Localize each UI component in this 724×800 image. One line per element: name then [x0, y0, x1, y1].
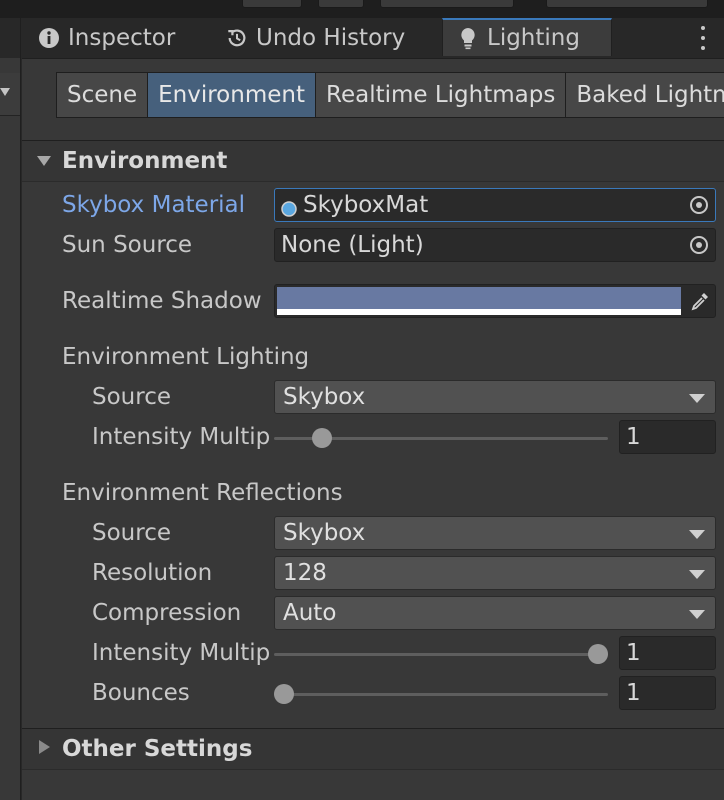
section-title: Other Settings	[62, 736, 253, 762]
tab-lighting[interactable]: Lighting	[442, 18, 612, 56]
lighting-source-value: Skybox	[283, 384, 366, 410]
dropdown-caret-icon	[689, 394, 705, 403]
reflections-intensity-slider[interactable]	[274, 653, 608, 656]
left-panel-edge	[0, 18, 21, 800]
top-toolbar-strip	[0, 0, 724, 18]
skybox-material-field[interactable]: SkyboxMat	[274, 188, 716, 222]
left-panel-header	[0, 18, 20, 58]
resolution-label: Resolution	[92, 560, 213, 586]
subtab-baked-lightmaps[interactable]: Baked Lightm	[565, 72, 724, 118]
skybox-material-label: Skybox Material	[62, 192, 246, 218]
lightbulb-icon	[457, 27, 479, 50]
tab-undo-history[interactable]: Undo History	[226, 18, 405, 58]
foldout-collapsed-icon	[36, 739, 52, 759]
window-tab-bar: Inspector Undo History Lighting	[22, 18, 724, 59]
toolbar-dropdown[interactable]	[380, 0, 514, 8]
material-icon	[281, 197, 297, 217]
resolution-value: 128	[283, 560, 327, 586]
object-picker-icon[interactable]	[689, 195, 709, 215]
subtab-realtime-lightmaps[interactable]: Realtime Lightmaps	[315, 72, 567, 118]
slider-thumb[interactable]	[588, 644, 608, 664]
reflections-intensity-field[interactable]: 1	[619, 636, 716, 670]
tab-label: Inspector	[68, 25, 176, 51]
reflections-source-label: Source	[92, 520, 171, 546]
realtime-shadow-color-label: Realtime Shadow C	[62, 288, 270, 314]
sun-source-value: None (Light)	[281, 232, 424, 258]
slider-thumb[interactable]	[312, 428, 332, 448]
dropdown-caret-icon	[689, 610, 705, 619]
lighting-source-label: Source	[92, 384, 171, 410]
dropdown-caret-icon	[689, 570, 705, 579]
reflections-intensity-value: 1	[626, 640, 641, 666]
history-icon	[226, 27, 248, 49]
alpha-bar	[277, 309, 681, 315]
dropdown-arrow-icon[interactable]	[0, 88, 10, 96]
bounces-slider[interactable]	[274, 693, 608, 696]
bounces-label: Bounces	[92, 680, 190, 706]
sun-source-field[interactable]: None (Light)	[274, 228, 716, 262]
bounces-value: 1	[626, 680, 641, 706]
toolbar-dropdown[interactable]	[546, 0, 708, 8]
color-swatch[interactable]	[277, 287, 681, 309]
toolbar-button[interactable]	[318, 0, 364, 8]
lighting-source-dropdown[interactable]: Skybox	[274, 380, 716, 414]
resolution-dropdown[interactable]: 128	[274, 556, 716, 590]
kebab-menu-icon[interactable]	[700, 26, 706, 50]
eyedropper-icon[interactable]	[689, 290, 711, 312]
tab-inspector[interactable]: Inspector	[38, 18, 175, 58]
tab-label: Undo History	[256, 25, 406, 51]
toolbar-button[interactable]	[242, 0, 302, 8]
compression-label: Compression	[92, 600, 242, 626]
slider-thumb[interactable]	[274, 684, 294, 704]
lighting-intensity-label: Intensity Multipl	[92, 424, 270, 450]
compression-dropdown[interactable]: Auto	[274, 596, 716, 630]
reflections-intensity-label: Intensity Multipl	[92, 640, 270, 666]
subtab-environment[interactable]: Environment	[147, 72, 316, 118]
lighting-subtabs: Scene Environment Realtime Lightmaps Bak…	[56, 72, 724, 118]
foldout-expanded-icon	[36, 152, 52, 171]
compression-value: Auto	[283, 600, 337, 626]
environment-section-header[interactable]: Environment	[22, 140, 724, 182]
lighting-window: Inspector Undo History Lighting Scene En…	[22, 18, 724, 800]
realtime-shadow-color-field[interactable]	[274, 284, 716, 318]
dropdown-caret-icon	[689, 530, 705, 539]
lighting-intensity-field[interactable]: 1	[619, 420, 716, 454]
tab-label: Lighting	[487, 25, 580, 51]
object-picker-icon[interactable]	[689, 235, 709, 255]
reflections-source-dropdown[interactable]: Skybox	[274, 516, 716, 550]
bounces-field[interactable]: 1	[619, 676, 716, 710]
subtab-scene[interactable]: Scene	[56, 72, 149, 118]
lighting-intensity-value: 1	[626, 424, 641, 450]
info-icon	[38, 27, 60, 49]
environment-reflections-header: Environment Reflections	[62, 480, 343, 506]
section-title: Environment	[62, 148, 228, 174]
environment-lighting-header: Environment Lighting	[62, 344, 310, 370]
reflections-source-value: Skybox	[283, 520, 366, 546]
skybox-material-value: SkyboxMat	[303, 192, 429, 218]
other-settings-section-header[interactable]: Other Settings	[22, 728, 724, 770]
sun-source-label: Sun Source	[62, 232, 193, 258]
